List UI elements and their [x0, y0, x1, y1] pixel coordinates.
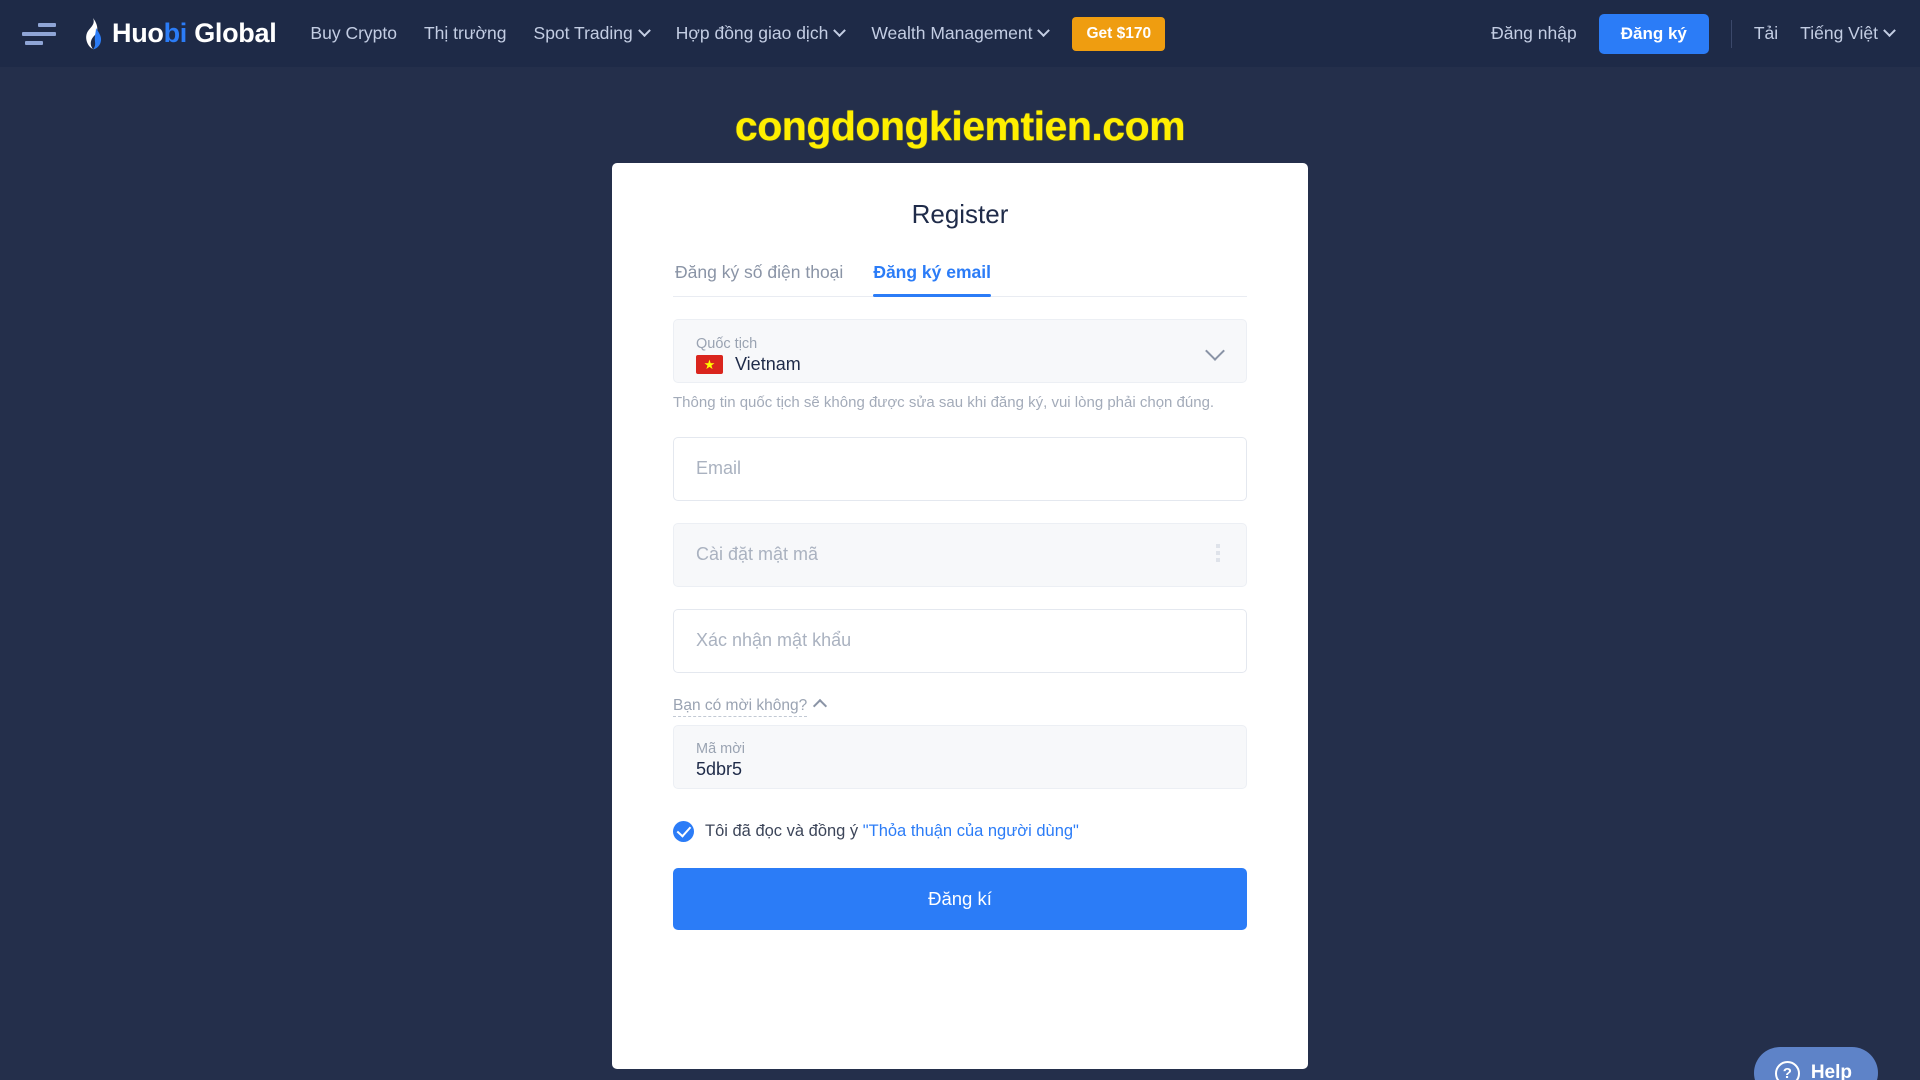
invite-toggle-label: Bạn có mời không?	[673, 697, 808, 717]
vietnam-flag-icon: ★	[696, 354, 723, 374]
get-bonus-button[interactable]: Get $170	[1072, 16, 1166, 51]
invite-code-field[interactable]: Mã mời 5dbr5	[673, 724, 1247, 789]
country-select[interactable]: Quốc tịch ★ Vietnam	[673, 319, 1247, 383]
user-agreement-link[interactable]: "Thỏa thuận của người dùng"	[863, 822, 1079, 840]
page-body: congdongkiemtien.com Register Đăng ký số…	[0, 103, 1920, 1080]
more-options-icon[interactable]	[1216, 543, 1220, 562]
nav-item-markets[interactable]: Thị trường	[424, 23, 507, 44]
nav-item-derivatives[interactable]: Hợp đồng giao dịch	[675, 23, 847, 44]
primary-nav-links: Buy Crypto Thị trường Spot Trading Hợp đ…	[310, 23, 1051, 44]
country-label: Quốc tịch	[696, 335, 758, 352]
agreement-text: Tôi đã đọc và đồng ý "Thỏa thuận của ngư…	[705, 822, 1079, 841]
chevron-down-icon	[1037, 24, 1051, 38]
chevron-up-icon	[813, 698, 828, 713]
hamburger-line	[25, 40, 43, 45]
chevron-down-icon	[833, 24, 847, 38]
dot	[1216, 550, 1220, 555]
brand-name: Huobi Global	[112, 18, 277, 48]
chevron-down-icon	[637, 24, 651, 38]
email-placeholder: Email	[696, 458, 742, 478]
password-field[interactable]: Cài đặt mật mã	[673, 522, 1247, 587]
watermark-text: congdongkiemtien.com	[734, 103, 1186, 149]
tab-phone-register[interactable]: Đăng ký số điện thoại	[675, 262, 843, 296]
nav-item-spot-trading[interactable]: Spot Trading	[533, 23, 651, 44]
country-value-row: ★ Vietnam	[696, 354, 801, 375]
invite-code-label: Mã mời	[696, 741, 745, 757]
huobi-global-logo[interactable]: Huobi Global	[80, 17, 277, 51]
help-label: Help	[1810, 1062, 1852, 1080]
signup-button[interactable]: Đăng ký	[1598, 13, 1709, 54]
nav-item-label: Spot Trading	[533, 23, 633, 43]
email-field[interactable]: Email	[673, 436, 1247, 501]
nav-item-label: Hợp đồng giao dịch	[675, 23, 829, 43]
password-placeholder: Cài đặt mật mã	[696, 544, 819, 564]
chevron-down-icon	[1205, 341, 1225, 361]
register-method-tabs: Đăng ký số điện thoại Đăng ký email	[673, 262, 1247, 297]
register-card: Register Đăng ký số điện thoại Đăng ký e…	[612, 163, 1308, 1069]
confirm-password-placeholder: Xác nhận mật khẩu	[696, 630, 852, 650]
huobi-flame-icon	[86, 17, 102, 49]
country-hint: Thông tin quốc tịch sẽ không được sửa sa…	[673, 394, 1215, 411]
language-label: Tiếng Việt	[1800, 23, 1878, 43]
nav-item-label: Wealth Management	[871, 23, 1033, 43]
question-mark-icon: ?	[1774, 1060, 1800, 1080]
agreement-row: Tôi đã đọc và đồng ý "Thỏa thuận của ngư…	[673, 820, 1247, 842]
nav-right-group: Đăng nhập Đăng ký Tải Tiếng Việt	[1491, 13, 1896, 54]
agreement-prefix: Tôi đã đọc và đồng ý	[705, 821, 863, 840]
nav-item-label: Buy Crypto	[310, 23, 397, 43]
confirm-password-field[interactable]: Xác nhận mật khẩu	[673, 608, 1247, 673]
invite-code-value: 5dbr5	[696, 759, 743, 779]
nav-item-wealth-management[interactable]: Wealth Management	[871, 23, 1051, 44]
country-value: Vietnam	[735, 353, 801, 374]
top-navigation-bar: Huobi Global Buy Crypto Thị trường Spot …	[0, 0, 1920, 67]
language-selector[interactable]: Tiếng Việt	[1800, 23, 1896, 44]
dot	[1216, 557, 1220, 562]
invite-code-toggle[interactable]: Bạn có mời không?	[673, 697, 828, 717]
help-widget-button[interactable]: ? Help	[1753, 1047, 1878, 1080]
dot	[1216, 543, 1220, 548]
nav-divider	[1730, 19, 1732, 48]
page-title: Register	[911, 199, 1009, 229]
nav-item-buy-crypto[interactable]: Buy Crypto	[310, 23, 397, 44]
hamburger-line	[38, 22, 56, 27]
tab-email-register[interactable]: Đăng ký email	[873, 262, 991, 297]
download-link[interactable]: Tải	[1754, 23, 1778, 44]
login-link[interactable]: Đăng nhập	[1491, 23, 1577, 44]
hamburger-menu-icon[interactable]	[22, 21, 56, 47]
chevron-down-icon	[1883, 24, 1896, 38]
hamburger-line	[22, 31, 56, 36]
nav-item-label: Thị trường	[423, 23, 507, 43]
register-submit-button[interactable]: Đăng kí	[673, 867, 1247, 930]
agreement-checkbox[interactable]	[673, 820, 694, 842]
